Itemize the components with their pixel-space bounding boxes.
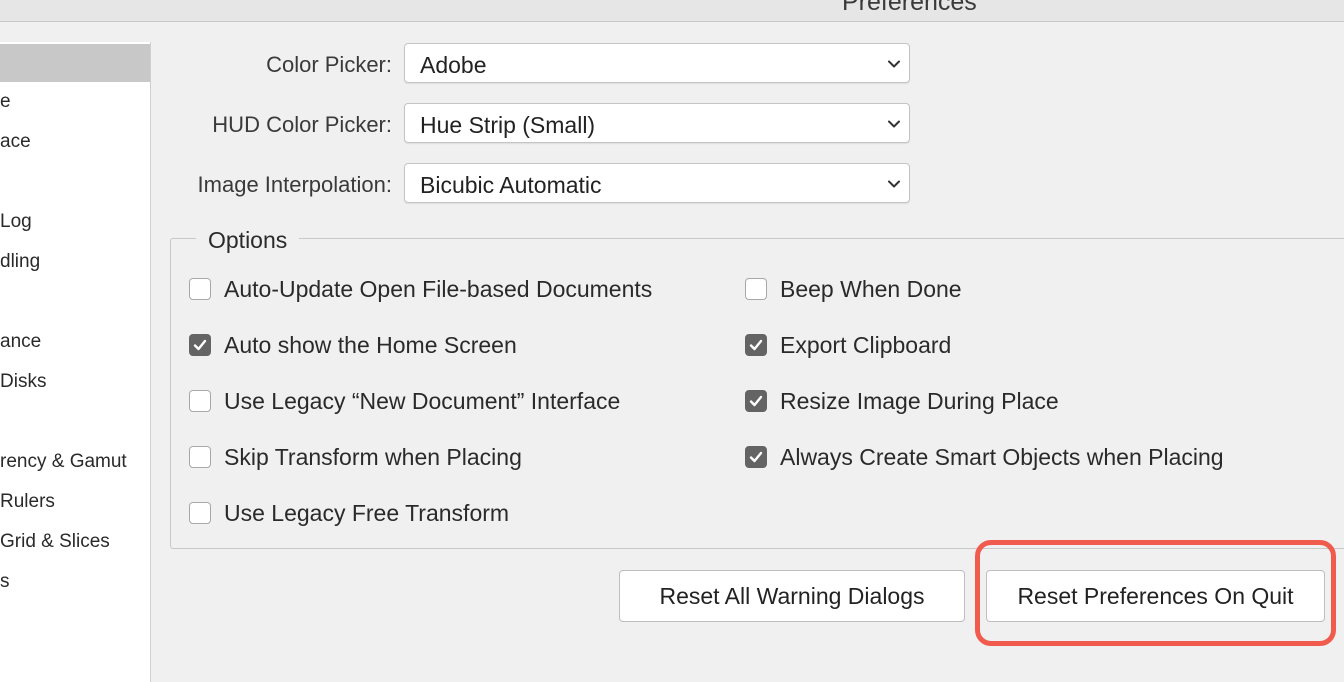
option-label: Always Create Smart Objects when Placing <box>780 444 1224 470</box>
option-label: Use Legacy Free Transform <box>224 500 510 526</box>
chevron-down-icon <box>888 180 900 188</box>
checkbox[interactable] <box>745 278 767 300</box>
checkbox[interactable] <box>189 278 211 300</box>
option-label: Auto show the Home Screen <box>224 332 517 358</box>
hud-color-picker-value: Hue Strip (Small) <box>420 112 596 138</box>
sidebar-item[interactable]: Grid & Slices <box>0 531 110 553</box>
sidebar-item[interactable]: rency & Gamut <box>0 451 127 473</box>
reset-preferences-on-quit-button[interactable]: Reset Preferences On Quit <box>986 570 1325 622</box>
checkmark-icon <box>749 339 763 351</box>
reset-all-warning-dialogs-button[interactable]: Reset All Warning Dialogs <box>619 570 965 622</box>
checkbox[interactable] <box>189 334 211 356</box>
window-titlebar: Preferences <box>0 0 1344 22</box>
hud-color-picker-label: HUD Color Picker: <box>212 112 392 137</box>
sidebar-item[interactable]: Rulers <box>0 491 55 513</box>
sidebar-item[interactable]: e <box>0 91 11 113</box>
checkmark-icon <box>749 451 763 463</box>
sidebar-item[interactable]: ance <box>0 331 41 353</box>
sidebar-item[interactable]: Disks <box>0 371 46 393</box>
option-label: Auto-Update Open File-based Documents <box>224 276 653 302</box>
option-label: Beep When Done <box>780 276 962 302</box>
checkbox[interactable] <box>189 446 211 468</box>
checkbox[interactable] <box>189 390 211 412</box>
option-label: Skip Transform when Placing <box>224 444 522 470</box>
checkbox[interactable] <box>745 446 767 468</box>
color-picker-value: Adobe <box>420 52 487 78</box>
sidebar-item[interactable]: dling <box>0 251 40 273</box>
sidebar-item[interactable]: ace <box>0 131 31 153</box>
window-title: Preferences <box>842 0 977 16</box>
chevron-down-icon <box>888 120 900 128</box>
checkbox[interactable] <box>745 390 767 412</box>
checkbox[interactable] <box>745 334 767 356</box>
sidebar-selected-item[interactable] <box>0 44 150 82</box>
image-interpolation-select[interactable]: Bicubic Automatic <box>404 163 910 203</box>
chevron-down-icon <box>888 60 900 68</box>
color-picker-select[interactable]: Adobe <box>404 43 910 83</box>
option-label: Resize Image During Place <box>780 388 1059 414</box>
image-interpolation-value: Bicubic Automatic <box>420 172 602 198</box>
checkbox[interactable] <box>189 502 211 524</box>
sidebar-item[interactable]: Log <box>0 211 32 233</box>
hud-color-picker-select[interactable]: Hue Strip (Small) <box>404 103 910 143</box>
image-interpolation-label: Image Interpolation: <box>197 172 392 197</box>
checkmark-icon <box>193 339 207 351</box>
checkmark-icon <box>749 395 763 407</box>
color-picker-label: Color Picker: <box>266 52 392 77</box>
sidebar-item[interactable]: s <box>0 571 10 593</box>
option-label: Export Clipboard <box>780 332 952 358</box>
option-label: Use Legacy “New Document” Interface <box>224 388 621 414</box>
preferences-sidebar[interactable]: e ace Log dling ance Disks rency & Gamut… <box>0 42 151 682</box>
options-legend: Options <box>196 227 300 254</box>
